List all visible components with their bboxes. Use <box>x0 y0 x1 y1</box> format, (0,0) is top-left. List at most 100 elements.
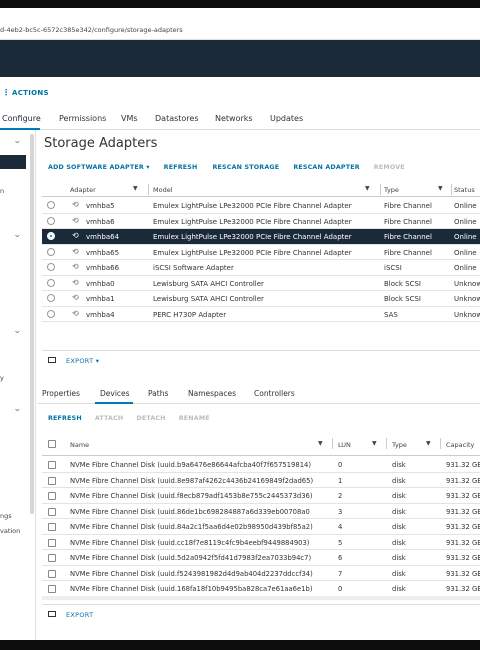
url-bar[interactable]: d-4eb2-bc5c-6572c385e342/configure/stora… <box>0 8 480 40</box>
adapter-name: vmhba65 <box>86 248 120 257</box>
device-row[interactable]: NVMe Fibre Channel Disk (uuid.b9a6476e86… <box>42 457 480 473</box>
columns-icon[interactable] <box>48 357 56 363</box>
chevron-down-icon[interactable]: ⌄ <box>13 326 22 335</box>
adapter-row[interactable]: ⟲ vmhba66 iSCSI Software Adapter iSCSI Onlin… <box>42 260 480 276</box>
device-row[interactable]: NVMe Fibre Channel Disk (uuid.84a2c1f5aa… <box>42 519 480 535</box>
column-header-model[interactable]: Model <box>153 186 173 194</box>
column-header-name[interactable]: Name <box>70 441 89 449</box>
row-checkbox[interactable] <box>48 554 56 562</box>
column-header-type[interactable]: Type <box>392 441 407 449</box>
rename-button[interactable]: RENAME <box>179 415 210 422</box>
tab-networks[interactable]: Networks <box>215 114 253 123</box>
device-row[interactable]: NVMe Fibre Channel Disk (uuid.cc18f7e811… <box>42 535 480 550</box>
device-name: NVMe Fibre Channel Disk (uuid.cc18f7e811… <box>70 538 310 547</box>
row-checkbox[interactable] <box>48 461 56 469</box>
device-name: NVMe Fibre Channel Disk (uuid.f524398198… <box>70 569 313 578</box>
tab-permissions[interactable]: Permissions <box>59 114 106 123</box>
row-radio[interactable] <box>47 278 55 287</box>
refresh-button[interactable]: REFRESH <box>164 164 198 171</box>
export-devices-button[interactable]: EXPORT <box>66 611 93 619</box>
row-checkbox[interactable] <box>48 492 56 500</box>
tab-properties[interactable]: Properties <box>42 389 80 398</box>
select-all-checkbox[interactable] <box>48 440 56 448</box>
row-radio[interactable] <box>47 294 55 302</box>
actions-label: ACTIONS <box>12 88 49 97</box>
row-checkbox[interactable] <box>48 507 56 516</box>
adapter-row[interactable]: ⟲ vmhba0 Lewisburg SATA AHCI Controller Blo… <box>42 276 480 291</box>
row-checkbox[interactable] <box>48 476 56 485</box>
adapter-type: Fibre Channel <box>384 248 432 257</box>
filter-icon[interactable]: ▼ <box>438 185 443 192</box>
row-radio[interactable] <box>47 263 55 271</box>
tab-datastores[interactable]: Datastores <box>155 114 199 123</box>
nav-selected-item[interactable] <box>0 155 26 169</box>
left-nav: ⌄ n ⌄ ⌄ y ⌄ ngs vation <box>0 130 36 640</box>
rescan-adapter-button[interactable]: RESCAN ADAPTER <box>293 164 359 171</box>
row-checkbox[interactable] <box>48 538 56 547</box>
actions-menu[interactable]: ⋮ ACTIONS <box>0 88 49 97</box>
filter-icon[interactable]: ▼ <box>318 440 323 447</box>
device-lun: 3 <box>338 507 343 516</box>
adapter-row[interactable]: ⟲ vmhba1 Lewisburg SATA AHCI Controller Blo… <box>42 291 480 307</box>
tab-controllers[interactable]: Controllers <box>254 389 295 398</box>
device-row[interactable]: NVMe Fibre Channel Disk (uuid.8e987af426… <box>42 473 480 488</box>
tab-devices[interactable]: Devices <box>100 389 130 398</box>
export-button[interactable]: EXPORT ▾ <box>66 357 99 365</box>
tab-updates[interactable]: Updates <box>270 114 303 123</box>
device-row[interactable]: NVMe Fibre Channel Disk (uuid.f8ecb879ad… <box>42 488 480 504</box>
tab-paths[interactable]: Paths <box>148 389 168 398</box>
row-radio[interactable] <box>47 201 55 209</box>
nav-scrollbar[interactable] <box>30 134 34 514</box>
column-header-lun[interactable]: LUN <box>338 441 351 449</box>
device-refresh-button[interactable]: REFRESH <box>48 415 82 422</box>
row-checkbox[interactable] <box>48 569 56 578</box>
chevron-down-icon[interactable]: ⌄ <box>13 230 22 239</box>
device-row[interactable]: NVMe Fibre Channel Disk (uuid.86de1bc698… <box>42 504 480 519</box>
chevron-down-icon[interactable]: ⌄ <box>13 404 22 413</box>
tab-namespaces[interactable]: Namespaces <box>188 389 236 398</box>
tab-vms[interactable]: VMs <box>121 114 138 123</box>
rescan-storage-button[interactable]: RESCAN STORAGE <box>212 164 279 171</box>
add-software-adapter-button[interactable]: ADD SOFTWARE ADAPTER ▾ <box>48 164 150 171</box>
nav-item-fragment[interactable]: ngs <box>0 512 12 520</box>
chevron-down-icon[interactable]: ⌄ <box>13 136 22 145</box>
adapter-name: vmhba66 <box>86 264 120 272</box>
nav-item-fragment[interactable]: y <box>0 374 4 382</box>
filter-icon[interactable]: ▼ <box>372 440 377 447</box>
device-capacity: 931.32 GB <box>446 476 480 485</box>
device-row[interactable]: NVMe Fibre Channel Disk (uuid.5d2a0942f5… <box>42 550 480 566</box>
row-radio[interactable] <box>47 232 55 240</box>
nav-item-fragment[interactable]: vation <box>0 527 20 535</box>
row-checkbox[interactable] <box>48 585 56 593</box>
column-header-capacity[interactable]: Capacity <box>446 441 474 449</box>
adapter-row[interactable]: ⟲ vmhba5 Emulex LightPulse LPe32000 PCIe F… <box>42 198 480 214</box>
row-radio[interactable] <box>47 216 55 225</box>
attach-button[interactable]: ATTACH <box>95 415 124 422</box>
adapter-row[interactable]: ⟲ vmhba65 Emulex LightPulse LPe32000 PCIe … <box>42 245 480 260</box>
detach-button[interactable]: DETACH <box>136 415 165 422</box>
adapter-row[interactable]: ⟲ vmhba4 PERC H730P Adapter SAS Unknow <box>42 307 480 322</box>
tab-configure[interactable]: Configure <box>2 114 41 123</box>
adapter-status-icon: ⟲ <box>72 277 79 287</box>
adapter-type: iSCSI <box>384 264 402 272</box>
adapter-row[interactable]: ⟲ vmhba6 Emulex LightPulse LPe32000 PCIe F… <box>42 214 480 229</box>
column-header-status[interactable]: Status <box>454 186 475 194</box>
device-row[interactable]: NVMe Fibre Channel Disk (uuid.f524398198… <box>42 566 480 581</box>
filter-icon[interactable]: ▼ <box>365 185 370 192</box>
remove-button[interactable]: REMOVE <box>374 164 405 171</box>
device-row[interactable]: NVMe Fibre Channel Disk (uuid.168fa18f10… <box>42 581 480 597</box>
column-header-type[interactable]: Type <box>384 186 399 194</box>
columns-icon[interactable] <box>48 611 56 617</box>
device-name: NVMe Fibre Channel Disk (uuid.168fa18f10… <box>70 585 313 593</box>
filter-icon[interactable]: ▼ <box>426 440 431 447</box>
horizontal-scrollbar[interactable] <box>42 596 480 600</box>
column-header-adapter[interactable]: Adapter <box>70 186 96 194</box>
device-name: NVMe Fibre Channel Disk (uuid.84a2c1f5aa… <box>70 523 313 531</box>
row-radio[interactable] <box>47 309 55 318</box>
nav-item-fragment[interactable]: n <box>0 187 4 195</box>
row-checkbox[interactable] <box>48 523 56 531</box>
url-text[interactable]: d-4eb2-bc5c-6572c385e342/configure/stora… <box>0 26 183 34</box>
adapter-row[interactable]: ⟲ vmhba64 Emulex LightPulse LPe32000 PCIe … <box>42 229 480 245</box>
row-radio[interactable] <box>47 247 55 256</box>
filter-icon[interactable]: ▼ <box>133 185 138 192</box>
